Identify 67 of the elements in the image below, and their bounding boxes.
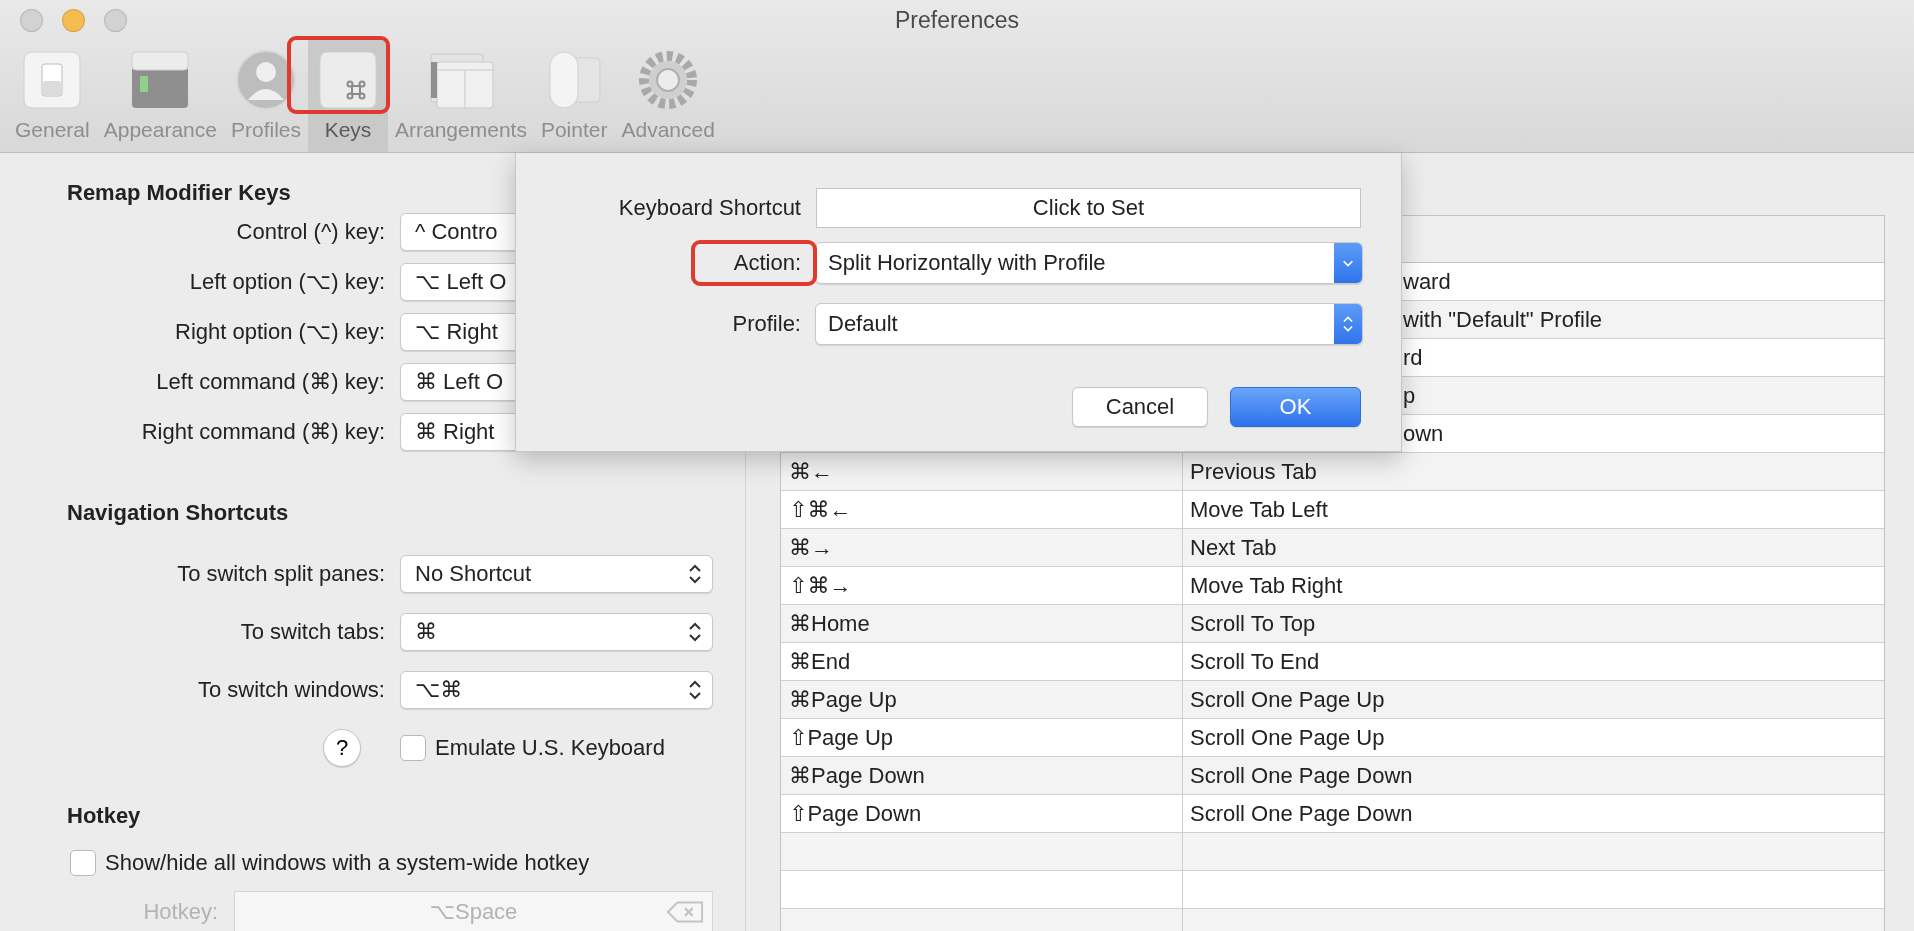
table-cell: Scroll One Page Up	[1190, 686, 1385, 713]
table-cell: ⌘Home	[789, 610, 870, 637]
clear-icon[interactable]	[666, 900, 704, 924]
section-heading: Hotkey	[67, 802, 142, 830]
table-cell: Scroll One Page Down	[1190, 800, 1413, 827]
updown-chevron-icon	[688, 679, 702, 701]
table-cell: own	[1403, 420, 1444, 447]
dropdown[interactable]: ⌥⌘	[400, 671, 713, 709]
table-cell: Move Tab Right	[1190, 572, 1343, 599]
field-label: Action:	[733, 250, 801, 276]
toolbar-tab[interactable]: Arrangements	[388, 40, 534, 152]
table-cell: Move Tab Left	[1190, 496, 1328, 523]
table-cell: ⌘→	[789, 534, 833, 561]
table-cell: Scroll One Page Up	[1190, 724, 1385, 751]
dropdown[interactable]: Default	[815, 303, 1363, 345]
table-cell: Previous Tab	[1190, 458, 1317, 485]
shortcut-recorder[interactable]: Click to Set	[816, 188, 1361, 228]
table-cell: Scroll To End	[1190, 648, 1320, 675]
updown-chevron-icon	[1341, 315, 1355, 333]
field-label: To switch split panes:	[176, 561, 385, 587]
field-label: Profile:	[732, 311, 801, 337]
table-cell: ⌘End	[789, 648, 851, 675]
field-label: Right option (⌥) key:	[174, 319, 385, 345]
dropdown[interactable]: Split Horizontally with Profile	[815, 242, 1363, 284]
field-label: Keyboard Shortcut	[618, 195, 801, 221]
table-cell: ⇧⌘→	[789, 572, 852, 599]
field-label: Hotkey:	[142, 899, 219, 925]
toolbar-tab[interactable]: Keys	[308, 40, 388, 152]
table-cell: p	[1403, 382, 1416, 409]
field-label: Right command (⌘) key:	[140, 419, 385, 445]
table-cell: ⌘Page Down	[789, 762, 925, 789]
toolbar-tab[interactable]: Profiles	[224, 40, 308, 152]
table-cell: Next Tab	[1190, 534, 1277, 561]
window-title: Preferences	[895, 6, 1019, 34]
field-label: To switch tabs:	[239, 619, 385, 645]
updown-chevron-icon	[688, 621, 702, 643]
table-cell: ⇧Page Down	[789, 800, 922, 827]
table-cell: ⇧⌘←	[789, 496, 852, 523]
table-cell: ⌘Page Up	[789, 686, 897, 713]
updown-chevron-icon	[688, 563, 702, 585]
table-cell: ⇧Page Up	[789, 724, 894, 751]
field-label: Left command (⌘) key:	[155, 369, 385, 395]
table-cell: Scroll One Page Down	[1190, 762, 1413, 789]
toolbar-tab[interactable]: Pointer	[533, 40, 615, 152]
table-cell: ward	[1403, 268, 1451, 295]
toolbar-tab[interactable]: Appearance	[96, 40, 224, 152]
checkbox-label: Show/hide all windows with a system-wide hotkey	[105, 850, 590, 876]
table-cell: with "Default" Profile	[1403, 306, 1603, 333]
table-cell: rd	[1403, 344, 1423, 371]
ok-button[interactable]: OK	[1230, 387, 1361, 427]
toolbar-tab[interactable]: Advanced	[614, 40, 722, 152]
section-heading: Navigation Shortcuts	[67, 499, 290, 527]
field-label: Left option (⌥) key:	[188, 269, 385, 295]
toolbar-tab[interactable]: General	[8, 40, 97, 152]
cancel-button[interactable]: Cancel	[1072, 387, 1208, 427]
checkbox-label: Emulate U.S. Keyboard	[435, 735, 665, 761]
window-control[interactable]	[20, 9, 43, 32]
table-cell: Scroll To Top	[1190, 610, 1316, 637]
field-label: To switch windows:	[196, 677, 385, 703]
help-button[interactable]: ?	[323, 729, 361, 767]
dropdown[interactable]: No Shortcut	[400, 555, 713, 593]
table-cell: ⌘←	[789, 458, 833, 485]
window-control[interactable]	[104, 9, 127, 32]
dropdown[interactable]: ⌘	[400, 613, 713, 651]
checkbox[interactable]	[400, 735, 426, 761]
window-control[interactable]	[62, 9, 85, 32]
field-label: Control (^) key:	[235, 219, 385, 245]
